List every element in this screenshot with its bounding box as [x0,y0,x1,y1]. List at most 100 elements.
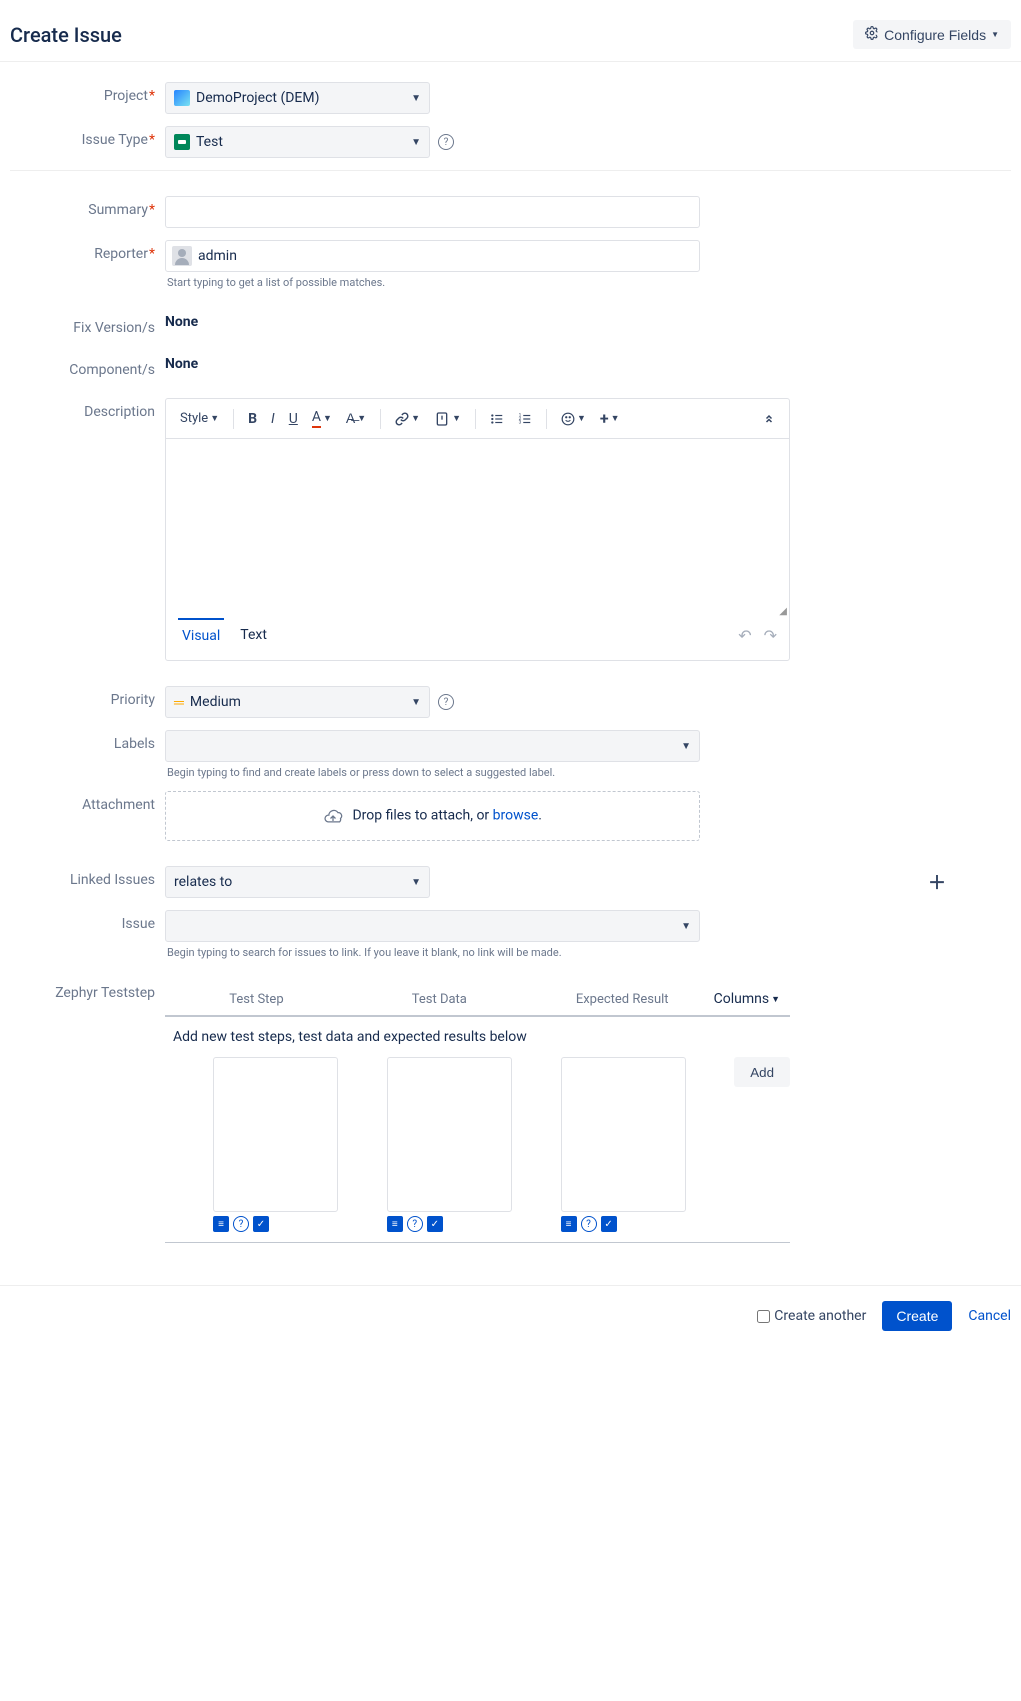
help-icon[interactable]: ? [581,1216,597,1232]
underline-button[interactable]: U [283,407,304,431]
add-linked-issue-button[interactable]: ＋ [928,869,946,895]
link-button[interactable]: ▼ [389,408,426,430]
description-textarea[interactable]: ◢ [166,439,789,619]
project-icon [174,90,190,106]
bold-button[interactable]: B [242,407,263,431]
dialog-title: Create Issue [10,23,122,47]
configure-fields-button[interactable]: Configure Fields ▼ [853,20,1011,49]
attachment-dropzone[interactable]: Drop files to attach, or browse. [165,791,700,841]
editor-toolbar: Style ▼ B I U A ▼ A̶ ▼ ▼ [166,399,789,439]
issue-help: Begin typing to search for issues to lin… [165,946,700,959]
components-label: Component/s [10,356,165,378]
svg-text:3: 3 [519,419,522,425]
reporter-input[interactable]: admin [165,240,700,272]
browse-link[interactable]: browse [493,808,539,824]
priority-label: Priority [10,686,165,708]
test-icon [174,134,190,150]
emoji-button[interactable]: ▼ [555,408,592,430]
chevron-down-icon: ▼ [411,697,421,708]
create-issue-dialog: Create Issue Configure Fields ▼ Project … [0,0,1021,1346]
resize-handle[interactable]: ◢ [779,606,787,617]
fix-versions-value: None [165,314,198,330]
create-another-input[interactable] [757,1310,770,1323]
labels-help: Begin typing to find and create labels o… [165,766,700,779]
col-test-data: Test Data [348,992,531,1007]
style-dropdown[interactable]: Style ▼ [174,407,225,430]
project-value: DemoProject (DEM) [196,90,319,106]
components-value: None [165,356,198,372]
columns-button[interactable]: Columns▼ [714,991,790,1007]
form-body: Project DemoProject (DEM) ▼ Issue Type T… [0,62,1021,1275]
wiki-icon[interactable]: ≡ [561,1216,577,1232]
redo-button[interactable]: ↷ [764,626,777,645]
divider [10,170,1011,171]
create-button[interactable]: Create [882,1301,952,1331]
check-icon[interactable]: ✓ [427,1216,443,1232]
linked-issues-select[interactable]: relates to ▼ [165,866,430,898]
wiki-icon[interactable]: ≡ [387,1216,403,1232]
configure-fields-label: Configure Fields [884,27,986,43]
help-icon[interactable]: ? [438,694,454,710]
summary-label: Summary [10,196,165,218]
teststep-row: ≡ ? ✓ ≡ ? ✓ [165,1057,790,1243]
reporter-help: Start typing to get a list of possible m… [165,276,700,289]
bullet-list-button[interactable] [484,408,510,430]
test-data-input[interactable] [387,1057,512,1212]
chevron-down-icon: ▼ [411,877,421,888]
undo-button[interactable]: ↶ [738,626,751,645]
create-another-checkbox[interactable]: Create another [757,1308,866,1324]
issue-type-select[interactable]: Test ▼ [165,126,430,158]
chevron-down-icon: ▼ [681,741,691,752]
col-expected-result: Expected Result [531,992,714,1007]
labels-select[interactable]: ▼ [165,730,700,762]
upload-icon [323,806,343,826]
chevron-down-icon: ▼ [411,93,421,104]
avatar-icon [172,246,192,266]
cancel-button[interactable]: Cancel [968,1308,1011,1324]
col-test-step: Test Step [165,992,348,1007]
labels-label: Labels [10,730,165,752]
check-icon[interactable]: ✓ [253,1216,269,1232]
help-icon[interactable]: ? [438,134,454,150]
tab-visual[interactable]: Visual [178,618,224,652]
summary-input[interactable] [165,196,700,228]
issue-label: Issue [10,910,165,932]
editor-tabs: Visual Text ↶ ↷ [166,619,789,660]
add-step-button[interactable]: Add [734,1057,790,1087]
fix-versions-label: Fix Version/s [10,314,165,336]
text-color-button[interactable]: A ▼ [306,405,338,432]
collapse-toolbar-button[interactable] [757,409,781,429]
issue-type-value: Test [196,134,223,150]
italic-button[interactable]: I [265,407,281,431]
chevron-down-icon: ▼ [991,30,999,39]
numbered-list-button[interactable]: 123 [512,408,538,430]
chevron-down-icon: ▼ [411,137,421,148]
description-editor: Style ▼ B I U A ▼ A̶ ▼ ▼ [165,398,790,661]
project-label: Project [10,82,165,104]
check-icon[interactable]: ✓ [601,1216,617,1232]
linked-issues-value: relates to [174,874,232,890]
reporter-label: Reporter [10,240,165,262]
test-step-input[interactable] [213,1057,338,1212]
wiki-icon[interactable]: ≡ [213,1216,229,1232]
attachment-button[interactable]: ▼ [428,407,467,431]
priority-select[interactable]: ═ Medium ▼ [165,686,430,718]
teststep-table: Test Step Test Data Expected Result Colu… [165,983,790,1243]
priority-value: Medium [190,694,241,710]
help-icon[interactable]: ? [233,1216,249,1232]
attachment-label: Attachment [10,791,165,813]
gear-icon [865,26,879,43]
reporter-value: admin [198,248,237,264]
project-select[interactable]: DemoProject (DEM) ▼ [165,82,430,114]
expected-result-input[interactable] [561,1057,686,1212]
issue-select[interactable]: ▼ [165,910,700,942]
priority-medium-icon: ═ [174,694,184,711]
teststep-hint: Add new test steps, test data and expect… [165,1017,790,1057]
chevron-down-icon: ▼ [681,921,691,932]
dropzone-text: Drop files to attach, or [352,808,492,824]
help-icon[interactable]: ? [407,1216,423,1232]
more-formatting-button[interactable]: A̶ ▼ [340,406,372,431]
tab-text[interactable]: Text [236,619,271,652]
insert-more-button[interactable]: + ▼ [594,405,626,432]
description-label: Description [10,398,165,420]
